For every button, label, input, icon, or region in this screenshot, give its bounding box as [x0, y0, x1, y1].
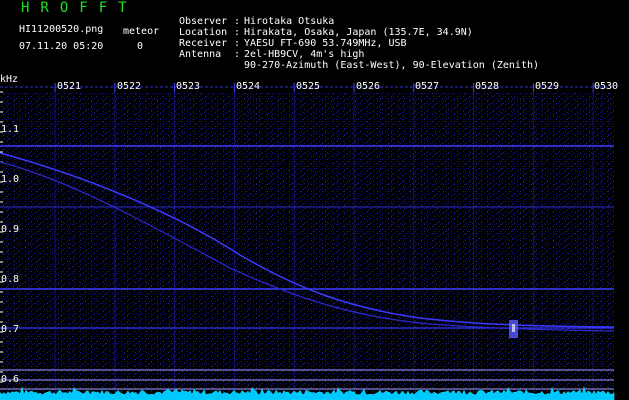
x-tick-label: 0524	[236, 81, 261, 92]
file-name: HI11200520.png	[19, 24, 104, 35]
noise-field-2	[0, 92, 614, 392]
y-tick-label: 0.9	[1, 224, 20, 235]
info-location: Location: Hirakata, Osaka, Japan (135.7E,…	[179, 16, 473, 38]
station-info: Observer: Hirotaka Otsuka Location: Hiraka…	[179, 5, 539, 71]
x-tick-label: 0528	[475, 81, 500, 92]
info-colon: :	[234, 49, 241, 60]
info-receiver: Receiver: YAESU FT-690 53.749MHz, USB	[179, 27, 407, 49]
x-tick-label: 0525	[296, 81, 321, 92]
meteor-label: meteor	[123, 26, 160, 37]
info-colon: :	[234, 38, 241, 49]
x-tick-label: 0527	[415, 81, 440, 92]
x-tick-label: 0522	[117, 81, 142, 92]
info-value: Hirotaka Otsuka	[244, 16, 335, 27]
info-value: Hirakata, Osaka, Japan (135.7E, 34.9N)	[244, 27, 473, 38]
app-brand: HROFFT	[21, 0, 138, 16]
y-tick-label: 0.6	[1, 374, 20, 385]
x-tick-label: 0521	[57, 81, 82, 92]
x-tick-label: 0529	[535, 81, 560, 92]
meteor-count: 0	[137, 41, 144, 52]
info-antenna-detail: 90-270-Azimuth (East-West), 90-Elevation…	[179, 49, 539, 71]
y-tick-label: 0.7	[1, 324, 20, 335]
info-colon: :	[234, 27, 241, 38]
info-value: YAESU FT-690 53.749MHz, USB	[244, 38, 407, 49]
y-axis-unit: kHz	[0, 74, 19, 85]
y-tick-label: 1.0	[1, 174, 20, 185]
x-tick-label: 0523	[176, 81, 201, 92]
info-value: 2el-HB9CV, 4m's high	[244, 49, 365, 60]
timestamp: 07.11.20 05:20	[19, 41, 104, 52]
info-observer: Observer: Hirotaka Otsuka	[179, 5, 334, 27]
info-value: 90-270-Azimuth (East-West), 90-Elevation…	[244, 60, 540, 71]
y-tick-label: 0.8	[1, 274, 20, 285]
hrofft-spectrogram-window: HROFFT HI11200520.png meteor 07.11.20 05…	[0, 0, 629, 400]
signal-burst-core	[512, 324, 515, 332]
info-colon: :	[234, 16, 241, 27]
info-antenna: Antenna:2el-HB9CV, 4m's high	[179, 38, 364, 60]
x-tick-label: 0526	[356, 81, 381, 92]
y-tick-label: 1.1	[1, 124, 20, 135]
x-tick-label: 0530	[594, 81, 619, 92]
